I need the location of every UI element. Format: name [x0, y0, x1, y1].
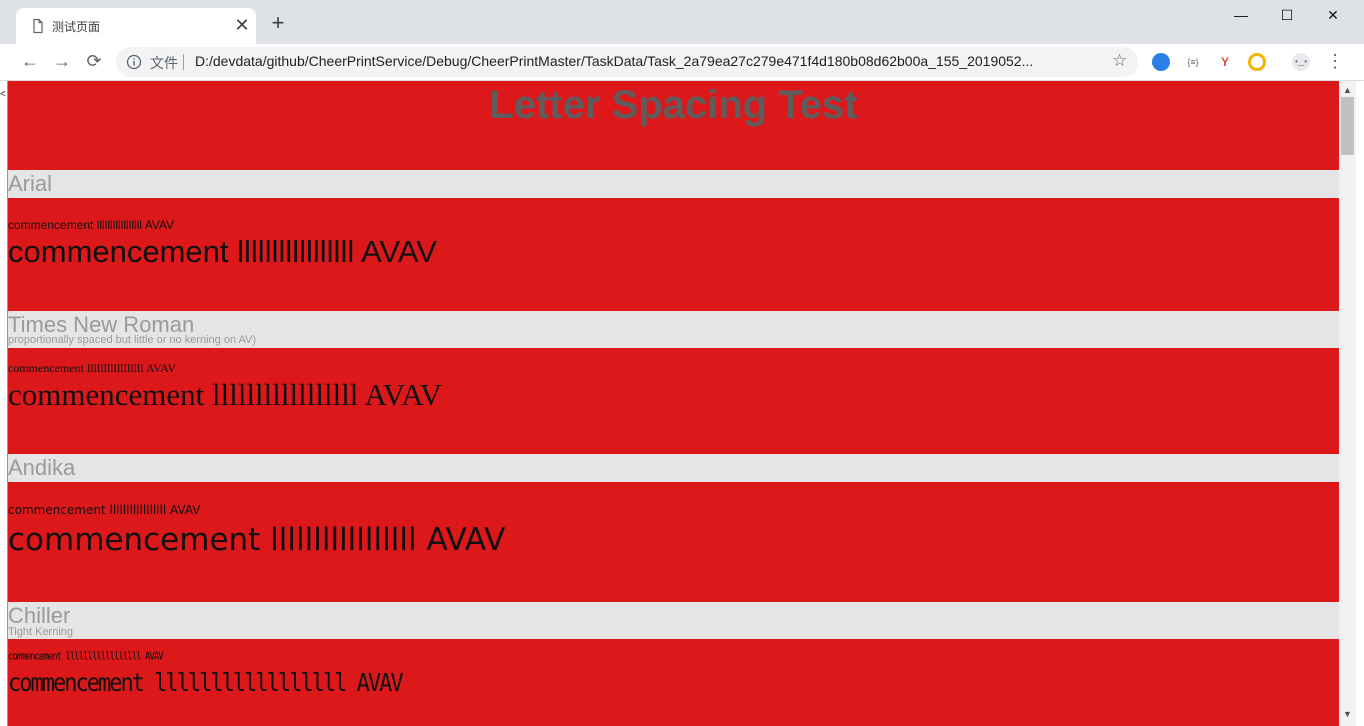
y-extension-icon[interactable]: Y	[1216, 53, 1234, 71]
url-text[interactable]: D:/devdata/github/CheerPrintService/Debu…	[195, 53, 1100, 69]
browser-toolbar: ← → ⟳ 文件 D:/devdata/github/CheerPrintSer…	[0, 44, 1364, 81]
tab-strip: 测试页面 ✕ + — ☐ ✕	[0, 0, 1364, 44]
large-sample-text: commencement lllllllllllllllll AVAV	[8, 522, 506, 558]
left-edge-mark: <	[0, 89, 6, 100]
page-title: Letter Spacing Test	[489, 83, 858, 127]
small-sample-text: commencement lllllllllllllllll AVAV	[8, 503, 201, 517]
page-content: Letter Spacing Test Arial commencement l…	[8, 81, 1339, 726]
section-font-note: Tight Kerning	[8, 626, 74, 638]
maximize-button[interactable]: ☐	[1264, 4, 1310, 28]
globe-extension-icon[interactable]	[1152, 53, 1170, 71]
address-divider	[183, 54, 184, 70]
forward-button[interactable]: →	[50, 51, 74, 73]
close-window-button[interactable]: ✕	[1310, 4, 1356, 28]
section-label-band: Andika	[8, 454, 1339, 482]
sample-band: commencement lllllllllllllllll AVAV comm…	[8, 198, 1339, 311]
scrollbar-thumb[interactable]	[1341, 97, 1354, 155]
title-band: Letter Spacing Test	[8, 81, 1339, 170]
sample-band: commencement lllllllllllllllll AVAV comm…	[8, 348, 1339, 454]
scroll-up-arrow-icon[interactable]: ▲	[1343, 85, 1352, 95]
section-font-name: Andika	[8, 455, 76, 480]
minimize-button[interactable]: —	[1218, 4, 1264, 28]
left-frame-edge: <	[0, 81, 8, 726]
page-viewport: < Letter Spacing Test Arial commencement…	[0, 81, 1364, 726]
sample-band: commencement lllllllllllllllll AVAV comm…	[8, 482, 1339, 602]
large-sample-text: commencement lllllllllllllllll AVAV	[8, 377, 443, 412]
sample-band: commencement lllllllllllllllll AVAV comm…	[8, 639, 1339, 726]
new-tab-button[interactable]: +	[266, 12, 290, 36]
tab-title: 测试页面	[52, 20, 101, 34]
menu-icon[interactable]: ⋮	[1326, 52, 1344, 72]
section-font-name: Chiller	[8, 603, 71, 628]
back-button[interactable]: ←	[18, 51, 42, 73]
small-sample-text: commencement lllllllllllllllll AVAV	[8, 218, 175, 232]
document-icon	[33, 18, 43, 34]
section-font-name: Arial	[8, 171, 53, 196]
section-label-band: Chiller Tight Kerning	[8, 602, 1339, 639]
json-extension-icon[interactable]: {≡}	[1184, 53, 1202, 71]
address-bar[interactable]: 文件 D:/devdata/github/CheerPrintService/D…	[116, 47, 1138, 77]
vertical-scrollbar[interactable]: ▲ ▼	[1339, 81, 1356, 726]
section-label-band: Times New Roman proportionally spaced bu…	[8, 311, 1339, 348]
small-sample-text: commencement lllllllllllllllll AVAV	[8, 361, 177, 375]
large-sample-text: commencement lllllllllllllllll AVAV	[8, 234, 437, 269]
small-sample-text: commencement lllllllllllllllll AVAV	[8, 651, 164, 663]
reload-button[interactable]: ⟳	[82, 51, 106, 73]
tab-close-icon[interactable]: ✕	[232, 16, 252, 36]
scheme-label: 文件	[150, 55, 178, 71]
compass-extension-icon[interactable]	[1248, 53, 1266, 71]
bookmark-star-icon[interactable]: ☆	[1112, 51, 1127, 71]
browser-tab[interactable]: 测试页面 ✕	[16, 8, 256, 44]
section-label-band: Arial	[8, 170, 1339, 198]
scroll-down-arrow-icon[interactable]: ▼	[1343, 709, 1352, 719]
profile-avatar-icon[interactable]: •‿•	[1292, 53, 1310, 71]
section-font-note: proportionally spaced but little or no k…	[8, 334, 257, 346]
info-icon[interactable]	[126, 54, 142, 70]
large-sample-text: commencement lllllllllllllllll AVAV	[8, 669, 404, 698]
